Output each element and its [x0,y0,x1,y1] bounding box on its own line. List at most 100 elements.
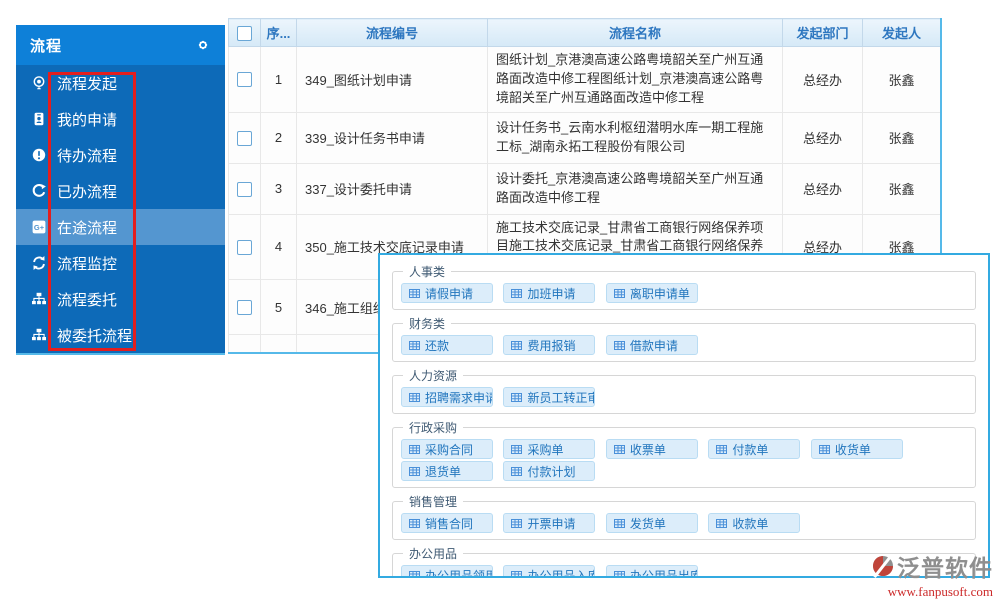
header-seq: 序... [260,18,297,47]
template-button-label: 加班申请 [527,286,576,301]
template-button-label: 招聘需求申请 [425,390,493,405]
gear-icon[interactable] [195,37,211,53]
cell-seq: 2 [260,111,297,164]
sidebar-item-my-applications[interactable]: 我的申请 [16,101,225,137]
template-button[interactable]: 办公用品入库 [503,565,596,576]
template-button[interactable]: 退货单 [401,461,493,481]
template-button[interactable]: 采购合同 [401,439,493,459]
group-finance: 财务类 还款 费用报销 借款申请 [392,315,976,362]
cell-dept: 总经办 [782,111,863,164]
table-icon [613,570,625,576]
table-icon [511,570,523,576]
cell-person: 张鑫 [862,111,940,164]
template-button-label: 还款 [425,338,450,353]
app-window: 流程 流程发起 我的申请 待办流程 已办流程 G+ 在途流程 流程监控 流程委托… [0,0,1000,600]
template-button[interactable]: 办公用品出库 [605,565,698,578]
sidebar-item-in-transit-processes[interactable]: G+ 在途流程 [16,209,225,245]
table-icon [716,518,728,528]
template-button-label: 费用报销 [527,338,576,353]
table-icon [409,288,420,298]
template-button[interactable]: 借款申请 [605,335,698,355]
cell-name: 图纸计划_京港澳高速公路粤境韶关至广州互通路面改造中修工程图纸计划_京港澳高速公… [487,46,783,113]
template-button[interactable]: 收货单 [810,439,903,459]
table-row: 1 349_图纸计划申请 图纸计划_京港澳高速公路粤境韶关至广州互通路面改造中修… [228,46,940,113]
template-button[interactable]: 请假申请 [401,283,493,303]
vendor-logo: 泛普软件 www.fanpusoft.com [871,549,993,600]
cell-dept: 总经办 [782,46,863,113]
sync-icon [30,255,47,271]
table-row: 2 339_设计任务书申请 设计任务书_云南水利枢纽潜明水库一期工程施工标_湖南… [228,111,940,164]
select-all-checkbox[interactable] [237,25,252,41]
template-button-label: 开票申请 [527,516,576,531]
table-icon [409,570,420,576]
header-dept: 发起部门 [782,18,863,47]
header-name: 流程名称 [487,18,783,47]
template-button-label: 销售合同 [425,516,474,531]
row-checkbox[interactable] [237,72,252,88]
row-checkbox[interactable] [237,300,252,316]
template-button[interactable]: 办公用品领用 [401,565,493,578]
sidebar-item-process-monitor[interactable]: 流程监控 [16,245,225,281]
table-icon [818,444,830,454]
sidebar-item-process-start[interactable]: 流程发起 [16,65,225,101]
table-icon [716,444,728,454]
sidebar-item-delegated-processes[interactable]: 被委托流程 [16,317,225,353]
template-button[interactable]: 开票申请 [503,513,596,533]
sidebar-title: 流程 [30,37,63,55]
table-header-row: 序... 流程编号 流程名称 发起部门 发起人 [228,18,940,47]
table-icon [613,444,625,454]
template-button[interactable]: 离职申请单 [605,283,698,303]
template-button[interactable]: 新员工转正审批 [503,387,596,407]
template-button[interactable]: 收票单 [605,439,698,459]
table-row: 3 337_设计委托申请 设计委托_京港澳高速公路粤境韶关至广州互通路面改造中修… [228,162,940,215]
group-title: 人事类 [409,265,446,279]
sidebar-item-label: 流程委托 [57,291,118,309]
template-button-label: 借款申请 [629,338,678,353]
table-icon [511,288,523,298]
table-icon [409,340,420,350]
row-checkbox[interactable] [237,181,252,197]
template-button-label: 收款单 [732,516,769,531]
cell-code: 337_设计委托申请 [296,162,488,215]
template-button[interactable]: 收款单 [708,513,801,533]
table-icon [511,466,523,476]
template-button[interactable]: 还款 [401,335,493,355]
sidebar-header: 流程 [16,25,225,65]
fanpu-logo-icon [871,554,895,578]
table-icon [613,288,625,298]
sitemap-icon [30,291,47,307]
sidebar-item-done-processes[interactable]: 已办流程 [16,173,225,209]
template-button[interactable]: 招聘需求申请 [401,387,493,407]
template-button[interactable]: 费用报销 [503,335,596,355]
cell-person: 张鑫 [862,46,940,113]
group-title: 行政采购 [409,421,458,435]
table-icon [409,518,420,528]
row-checkbox[interactable] [237,130,252,146]
sidebar-item-label: 流程监控 [57,255,118,273]
template-button[interactable]: 付款计划 [503,461,596,481]
sidebar-item-label: 在途流程 [57,219,118,237]
sidebar-item-pending-processes[interactable]: 待办流程 [16,137,225,173]
cell-code: 349_图纸计划申请 [296,46,488,113]
group-personnel: 人事类 请假申请 加班申请 离职申请单 [392,263,976,310]
header-code: 流程编号 [296,18,488,47]
template-button-label: 新员工转正审批 [527,390,594,405]
template-button[interactable]: 采购单 [503,439,596,459]
group-admin-procurement: 行政采购 采购合同 采购单 收票单 付款单 收货单 退货单 付款计划 [392,419,976,488]
template-button-label: 办公用品出库 [629,568,698,578]
podcast-icon [30,75,47,91]
table-icon [613,340,625,350]
row-checkbox[interactable] [237,239,252,255]
cell-name: 设计委托_京港澳高速公路粤境韶关至广州互通路面改造中修工程 [487,162,783,215]
template-button-label: 请假申请 [425,286,474,301]
template-button[interactable]: 销售合同 [401,513,493,533]
table-icon [409,466,420,476]
template-button-label: 办公用品领用 [425,568,493,578]
template-picker-panel: 人事类 请假申请 加班申请 离职申请单 财务类 还款 费用报销 借款申请 人力资… [378,253,990,578]
sidebar-item-process-delegation[interactable]: 流程委托 [16,281,225,317]
cell-seq: 3 [260,162,297,215]
template-button[interactable]: 付款单 [708,439,801,459]
template-button[interactable]: 加班申请 [503,283,596,303]
svg-text:G+: G+ [33,223,44,232]
template-button[interactable]: 发货单 [605,513,698,533]
